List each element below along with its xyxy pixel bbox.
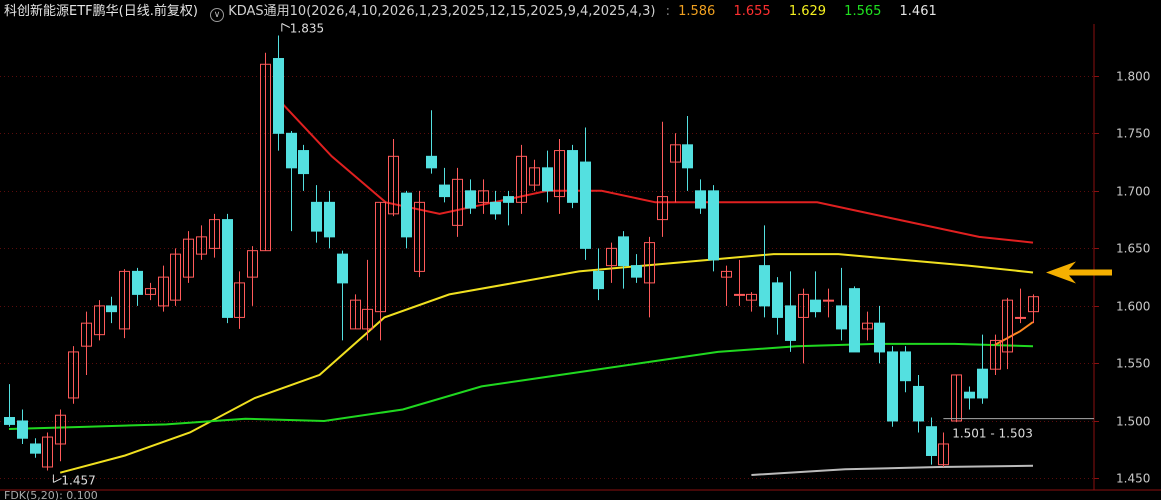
y-tick-label: 1.500 [1116, 415, 1150, 429]
down-candle [759, 265, 770, 307]
red-moving-average [277, 98, 1034, 244]
down-candle [324, 201, 335, 238]
indicator-value-4: 1.565 [844, 4, 882, 19]
up-candle [823, 299, 834, 302]
indicator-name[interactable]: KDAS通用10(2026,4,10,2026,1,23,2025,12,15,… [228, 4, 655, 19]
y-tick-label: 1.750 [1116, 127, 1150, 141]
chart-header: 科创新能源ETF鹏华(日线.前复权) ∨ KDAS通用10(2026,4,10,… [4, 2, 937, 22]
indicator-value-2: 1.655 [733, 4, 771, 19]
candles [4, 35, 1039, 471]
down-candle [337, 253, 348, 284]
indicator-value-1: 1.586 [678, 4, 716, 19]
down-candle [401, 192, 412, 238]
down-candle [567, 150, 578, 203]
down-candle [490, 201, 501, 215]
down-candle [439, 184, 450, 198]
down-candle [106, 305, 117, 313]
high-marker [281, 23, 291, 32]
y-tick-label: 1.650 [1116, 242, 1150, 256]
down-candle [286, 132, 297, 169]
down-candle [900, 351, 911, 382]
down-candle [618, 236, 629, 267]
grid [0, 24, 1161, 491]
circle-chevron-icon[interactable]: ∨ [210, 8, 225, 22]
down-candle [977, 368, 988, 399]
down-candle [913, 385, 924, 422]
price-axis: 1.800 1.750 1.700 1.650 1.600 1.550 1.500 1.450 [1094, 70, 1150, 486]
y-tick-label: 1.600 [1116, 300, 1150, 314]
down-candle [785, 305, 796, 341]
down-candle [708, 190, 719, 261]
white-trend-line [751, 464, 1034, 476]
down-candle [593, 270, 604, 290]
down-candle [580, 161, 591, 249]
down-candle [772, 282, 783, 318]
down-candle [17, 420, 28, 439]
down-candle [298, 150, 309, 175]
range-label: 1.501 - 1.503 [952, 427, 1033, 441]
high-price-label: 1.835 [290, 22, 324, 36]
low-price-label: 1.457 [61, 473, 95, 487]
indicator-value-3: 1.629 [788, 4, 827, 19]
down-candle [964, 391, 975, 399]
down-candle [30, 443, 41, 454]
y-tick-label: 1.450 [1116, 472, 1150, 486]
down-candle [836, 305, 847, 330]
down-candle [503, 196, 514, 203]
down-candle [273, 58, 284, 134]
down-candle [874, 322, 885, 353]
down-candle [695, 190, 706, 209]
annotations: 1.835 1.457 1.501 - 1.503 [52, 22, 1112, 487]
up-candle [1015, 316, 1026, 319]
y-tick-label: 1.550 [1116, 357, 1150, 371]
sub-indicator-label: FDK(5,20): 0.100 [4, 491, 98, 500]
down-candle [887, 351, 898, 422]
down-candle [810, 299, 821, 313]
down-candle [849, 288, 860, 353]
up-candle [734, 293, 745, 296]
down-candle [926, 426, 937, 456]
y-tick-label: 1.700 [1116, 185, 1150, 199]
down-candle [311, 201, 322, 232]
down-candle [631, 265, 642, 278]
down-candle [222, 219, 233, 318]
down-candle [426, 155, 437, 169]
down-candle [682, 144, 693, 169]
candlestick-chart: 1.800 1.750 1.700 1.650 1.600 1.550 1.500 1.450… [0, 22, 1161, 491]
down-candle [4, 417, 15, 425]
indicator-separator: : [665, 4, 670, 19]
indicator-value-5: 1.461 [899, 4, 937, 19]
down-candle [465, 190, 476, 209]
down-candle [542, 167, 553, 192]
y-tick-label: 1.800 [1116, 70, 1150, 84]
security-title: 科创新能源ETF鹏华(日线.前复权) [4, 4, 198, 19]
arrow-icon [1046, 261, 1112, 284]
down-candle [132, 270, 143, 295]
